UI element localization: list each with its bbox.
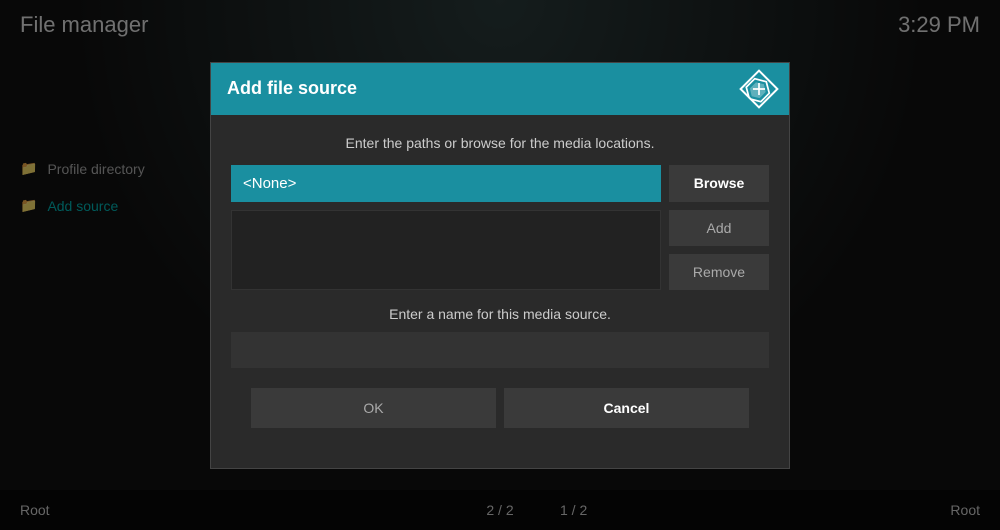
- path-list-area: Add Remove: [231, 210, 769, 290]
- kodi-logo-icon: [741, 70, 778, 107]
- add-button[interactable]: Add: [669, 210, 769, 246]
- path-action-buttons: Add Remove: [669, 210, 769, 290]
- name-hint-text: Enter a name for this media source.: [231, 306, 769, 322]
- paths-hint-text: Enter the paths or browse for the media …: [231, 135, 769, 151]
- ok-button[interactable]: OK: [251, 388, 496, 428]
- browse-button[interactable]: Browse: [669, 165, 769, 202]
- dialog-close-button[interactable]: [739, 69, 779, 109]
- dialog-body: Enter the paths or browse for the media …: [211, 115, 789, 468]
- dialog-footer: OK Cancel: [231, 388, 769, 448]
- modal-overlay: Add file source Enter the paths or brows…: [0, 0, 1000, 530]
- cancel-button[interactable]: Cancel: [504, 388, 749, 428]
- path-input-area: Browse: [231, 165, 769, 202]
- dialog-title: Add file source: [227, 78, 357, 99]
- path-list: [231, 210, 661, 290]
- path-input[interactable]: [231, 165, 661, 202]
- remove-button[interactable]: Remove: [669, 254, 769, 290]
- source-name-input[interactable]: [231, 332, 769, 368]
- add-file-source-dialog: Add file source Enter the paths or brows…: [210, 62, 790, 469]
- dialog-header: Add file source: [211, 63, 789, 115]
